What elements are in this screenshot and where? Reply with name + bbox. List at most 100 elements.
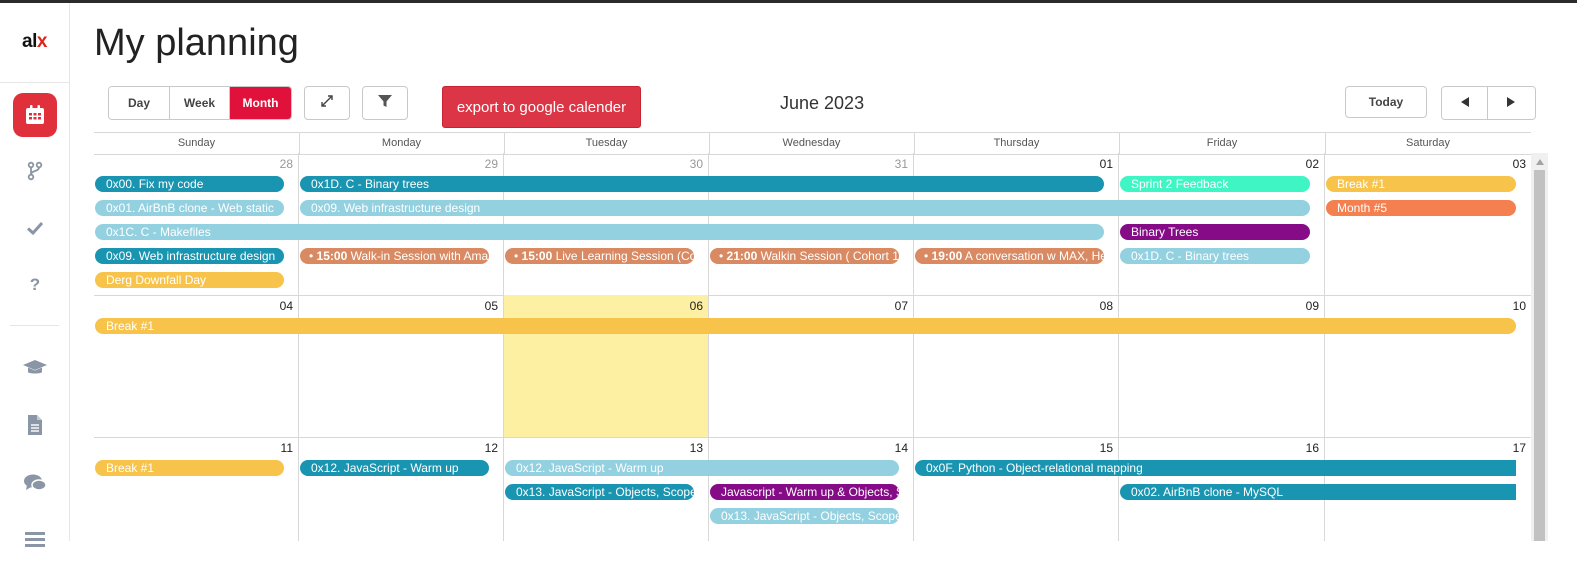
view-month-button[interactable]: Month — [230, 87, 291, 119]
day-number[interactable]: 06 — [690, 299, 703, 313]
day-number[interactable]: 16 — [1306, 441, 1319, 455]
sidebar-item-concepts[interactable] — [13, 403, 57, 447]
day-number[interactable]: 09 — [1306, 299, 1319, 313]
calendar-day-cell[interactable]: 12 — [299, 437, 504, 541]
day-number[interactable]: 15 — [1100, 441, 1113, 455]
expand-icon — [320, 94, 334, 113]
day-number[interactable]: 03 — [1513, 157, 1526, 171]
day-number[interactable]: 13 — [690, 441, 703, 455]
next-month-button[interactable] — [1488, 87, 1534, 119]
day-number[interactable]: 07 — [895, 299, 908, 313]
calendar-event[interactable]: Month #5 — [1326, 200, 1516, 216]
event-title: 0x1C. C - Makefiles — [106, 225, 211, 239]
sidebar-item-projects[interactable] — [13, 149, 57, 193]
day-number[interactable]: 02 — [1306, 157, 1319, 171]
view-day-button[interactable]: Day — [109, 87, 170, 119]
calendar-event[interactable]: 0x00. Fix my code — [95, 176, 284, 192]
event-time: 15:00 — [316, 249, 348, 263]
calendar-event[interactable]: Sprint 2 Feedback — [1120, 176, 1310, 192]
day-number[interactable]: 10 — [1513, 299, 1526, 313]
calendar-day-cell[interactable]: 05 — [299, 295, 504, 437]
day-number[interactable]: 08 — [1100, 299, 1113, 313]
export-google-calendar-button[interactable]: export to google calender — [442, 86, 641, 128]
logo-text: alx — [22, 31, 47, 52]
day-number[interactable]: 14 — [895, 441, 908, 455]
calendar-event[interactable]: 0x13. JavaScript - Objects, Scopes and C… — [710, 508, 899, 524]
calendar-event[interactable]: • 19:00 A conversation w MAX, Head of Ta… — [915, 248, 1104, 264]
calendar-event[interactable]: • 15:00 Walk-in Session with Amazon — [300, 248, 489, 264]
sidebar-item-curriculum[interactable] — [13, 346, 57, 390]
day-number[interactable]: 30 — [690, 157, 703, 171]
sidebar-item-completed[interactable] — [13, 206, 57, 250]
calendar-day-cell[interactable]: 03 — [1325, 153, 1531, 295]
calendar-event[interactable]: 0x1D. C - Binary trees — [1120, 248, 1310, 264]
page-title: My planning — [94, 22, 299, 64]
calendar-event[interactable]: 0x12. JavaScript - Warm up — [300, 460, 489, 476]
event-title: Sprint 2 Feedback — [1131, 177, 1229, 191]
event-title: Binary Trees — [1131, 225, 1199, 239]
calendar-icon — [24, 104, 46, 126]
event-title: 0x00. Fix my code — [106, 177, 204, 191]
day-number[interactable]: 01 — [1100, 157, 1113, 171]
calendar-event[interactable]: Break #1 — [95, 318, 1516, 334]
day-number[interactable]: 04 — [280, 299, 293, 313]
calendar-event[interactable]: 0x02. AirBnB clone - MySQL — [1120, 484, 1516, 500]
list-icon — [24, 529, 46, 549]
calendar-event[interactable]: Break #1 — [1326, 176, 1516, 192]
calendar-event[interactable]: • 15:00 Live Learning Session (Cohort 12… — [505, 248, 694, 264]
today-button[interactable]: Today — [1345, 86, 1427, 118]
calendar-day-cell[interactable]: 11 — [94, 437, 299, 541]
calendar-event[interactable]: 0x12. JavaScript - Warm up — [505, 460, 899, 476]
calendar-day-cell[interactable]: 07 — [709, 295, 914, 437]
day-number[interactable]: 12 — [485, 441, 498, 455]
calendar-event[interactable]: 0x09. Web infrastructure design — [95, 248, 284, 264]
calendar-event[interactable]: Break #1 — [95, 460, 284, 476]
day-number[interactable]: 17 — [1513, 441, 1526, 455]
month-title: June 2023 — [780, 93, 865, 113]
calendar-event[interactable]: 0x0F. Python - Object-relational mapping — [915, 460, 1516, 476]
event-title: 0x13. JavaScript - Objects, Scopes and C… — [721, 509, 899, 523]
calendar-scrollbar[interactable] — [1531, 153, 1548, 541]
alx-logo[interactable]: alx — [0, 31, 69, 53]
sidebar-item-discussions[interactable] — [13, 461, 57, 505]
event-title: 0x12. JavaScript - Warm up — [311, 461, 459, 475]
calendar-event[interactable]: • 21:00 Walkin Session ( Cohort 13) — [710, 248, 899, 264]
sidebar-item-help[interactable]: ? — [13, 262, 57, 306]
previous-month-button[interactable] — [1442, 87, 1488, 119]
calendar-event[interactable]: Javascript - Warm up & Objects, Scopes a… — [710, 484, 899, 500]
event-dot-icon: • — [309, 249, 317, 263]
weekday-label: Saturday — [1405, 137, 1451, 149]
event-title: 0x12. JavaScript - Warm up — [516, 461, 664, 475]
calendar-day-cell[interactable]: 04 — [94, 295, 299, 437]
scrollbar-thumb[interactable] — [1534, 170, 1545, 541]
day-number[interactable]: 29 — [485, 157, 498, 171]
question-icon: ? — [28, 275, 42, 293]
event-title: 0x1D. C - Binary trees — [1131, 249, 1250, 263]
event-time: 21:00 — [726, 249, 758, 263]
calendar-event[interactable]: 0x1D. C - Binary trees — [300, 176, 1104, 192]
calendar-day-cell[interactable]: 08 — [914, 295, 1119, 437]
calendar-event[interactable]: 0x01. AirBnB clone - Web static — [95, 200, 284, 216]
calendar-event[interactable]: 0x13. JavaScript - Objects, Scopes and C… — [505, 484, 694, 500]
triangle-left-icon — [1459, 96, 1471, 111]
calendar-day-cell[interactable]: 10 — [1325, 295, 1531, 437]
calendar-day-cell[interactable]: 09 — [1119, 295, 1325, 437]
event-title: Derg Downfall Day — [106, 273, 207, 287]
calendar-day-cell-today[interactable]: 06 — [504, 295, 709, 437]
day-number[interactable]: 11 — [281, 441, 293, 455]
calendar-event[interactable]: Binary Trees — [1120, 224, 1310, 240]
view-week-button[interactable]: Week — [170, 87, 230, 119]
sidebar-item-planning[interactable] — [13, 93, 57, 137]
day-number[interactable]: 28 — [280, 157, 293, 171]
filter-button[interactable] — [362, 86, 408, 120]
scroll-up-arrow-icon[interactable] — [1531, 153, 1548, 170]
sidebar-item-more[interactable] — [13, 517, 57, 561]
fullscreen-button[interactable] — [304, 86, 350, 120]
view-switcher: Day Week Month — [108, 86, 292, 120]
calendar-day-cell[interactable]: 15 — [914, 437, 1119, 541]
calendar-event[interactable]: Derg Downfall Day — [95, 272, 284, 288]
calendar-event[interactable]: 0x1C. C - Makefiles — [95, 224, 1104, 240]
day-number[interactable]: 31 — [895, 157, 908, 171]
day-number[interactable]: 05 — [485, 299, 498, 313]
calendar-event[interactable]: 0x09. Web infrastructure design — [300, 200, 1310, 216]
